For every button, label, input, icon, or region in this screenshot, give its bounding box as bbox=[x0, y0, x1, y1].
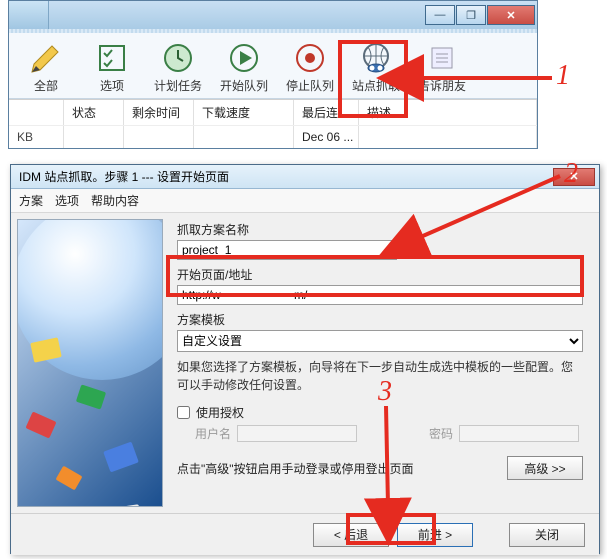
tool-schedule[interactable]: 计划任务 bbox=[145, 39, 211, 96]
url-input[interactable] bbox=[177, 285, 583, 305]
note-icon bbox=[425, 41, 459, 75]
template-label: 方案模板 bbox=[177, 311, 583, 328]
wizard-menu: 方案 选项 帮助内容 bbox=[11, 189, 599, 213]
tool-all[interactable]: 全部 bbox=[13, 39, 79, 96]
table-row[interactable]: KB Dec 06 ... bbox=[9, 125, 537, 148]
menu-options[interactable]: 选项 bbox=[55, 192, 79, 209]
template-hint: 如果您选择了方案模板，向导将在下一步自动生成选中模板的一些配置。您可以手动修改任… bbox=[177, 358, 583, 394]
main-toolbar: 全部 选项 计划任务 开始队列 停止队列 bbox=[9, 33, 537, 99]
tool-start-queue[interactable]: 开始队列 bbox=[211, 39, 277, 96]
wizard-form: 抓取方案名称 开始页面/地址 方案模板 自定义设置 如果您选择了方案模板，向导将… bbox=[169, 213, 599, 513]
wizard-footer: < 后退 前进 > 关闭 bbox=[11, 513, 599, 555]
user-label: 用户名 bbox=[195, 425, 231, 442]
tool-tell-friend[interactable]: 告诉朋友 bbox=[409, 39, 475, 96]
tool-all-label: 全部 bbox=[34, 77, 58, 94]
back-button[interactable]: < 后退 bbox=[313, 523, 389, 547]
url-label: 开始页面/地址 bbox=[177, 266, 583, 283]
checklist-icon bbox=[95, 41, 129, 75]
tool-options-label: 选项 bbox=[100, 77, 124, 94]
col-desc[interactable]: 描述 bbox=[359, 100, 537, 125]
wizard-titlebar: IDM 站点抓取。步骤 1 --- 设置开始页面 ✕ bbox=[11, 165, 599, 189]
tool-grab-label: 站点抓取 bbox=[352, 77, 400, 94]
minimize-button[interactable]: — bbox=[425, 5, 455, 25]
main-titlebar: — ❐ ✕ bbox=[9, 1, 537, 29]
pass-label: 密码 bbox=[429, 425, 453, 442]
user-input bbox=[237, 425, 357, 442]
pencil-icon bbox=[29, 41, 63, 75]
wizard-sidebar-image bbox=[17, 219, 163, 507]
menu-help[interactable]: 帮助内容 bbox=[91, 192, 139, 209]
pass-input bbox=[459, 425, 579, 442]
main-window: — ❐ ✕ 全部 选项 计划任务 开始队列 bbox=[8, 0, 538, 149]
tool-friend-label: 告诉朋友 bbox=[418, 77, 466, 94]
wizard-dialog: IDM 站点抓取。步骤 1 --- 设置开始页面 ✕ 方案 选项 帮助内容 抓取… bbox=[10, 164, 600, 554]
record-icon bbox=[293, 41, 327, 75]
col-lastconn[interactable]: 最后连... bbox=[294, 100, 359, 125]
col-status[interactable]: 状态 bbox=[64, 100, 124, 125]
advanced-hint: 点击"高级"按钮启用手动登录或停用登出页面 bbox=[177, 460, 414, 477]
cell-date: Dec 06 ... bbox=[294, 126, 359, 148]
play-icon bbox=[227, 41, 261, 75]
globe-link-icon bbox=[359, 41, 393, 75]
menu-scheme[interactable]: 方案 bbox=[19, 192, 43, 209]
scheme-name-label: 抓取方案名称 bbox=[177, 221, 583, 238]
tool-stop-queue[interactable]: 停止队列 bbox=[277, 39, 343, 96]
close-button-footer[interactable]: 关闭 bbox=[509, 523, 585, 547]
tool-start-label: 开始队列 bbox=[220, 77, 268, 94]
annotation-num-1: 1 bbox=[556, 60, 570, 92]
cell-size: KB bbox=[9, 126, 64, 148]
use-auth-checkbox[interactable] bbox=[177, 406, 190, 419]
wizard-close-button[interactable]: ✕ bbox=[553, 168, 595, 186]
clock-icon bbox=[161, 41, 195, 75]
col-speed[interactable]: 下载速度 bbox=[194, 100, 294, 125]
wizard-title-text: IDM 站点抓取。步骤 1 --- 设置开始页面 bbox=[19, 168, 229, 185]
tool-stop-label: 停止队列 bbox=[286, 77, 334, 94]
titlebar-fragment bbox=[9, 1, 49, 29]
next-button[interactable]: 前进 > bbox=[397, 523, 473, 547]
col-timeleft[interactable]: 剩余时间 bbox=[124, 100, 194, 125]
close-button[interactable]: ✕ bbox=[487, 5, 535, 25]
maximize-button[interactable]: ❐ bbox=[456, 5, 486, 25]
tool-site-grab[interactable]: 站点抓取 bbox=[343, 39, 409, 96]
scheme-name-input[interactable] bbox=[177, 240, 397, 260]
tool-options[interactable]: 选项 bbox=[79, 39, 145, 96]
use-auth-label: 使用授权 bbox=[196, 404, 244, 421]
column-headers: 状态 剩余时间 下载速度 最后连... 描述 bbox=[9, 99, 537, 125]
tool-schedule-label: 计划任务 bbox=[154, 77, 202, 94]
col-pad bbox=[9, 100, 64, 125]
template-select[interactable]: 自定义设置 bbox=[177, 330, 583, 352]
advanced-button[interactable]: 高级 >> bbox=[507, 456, 583, 480]
